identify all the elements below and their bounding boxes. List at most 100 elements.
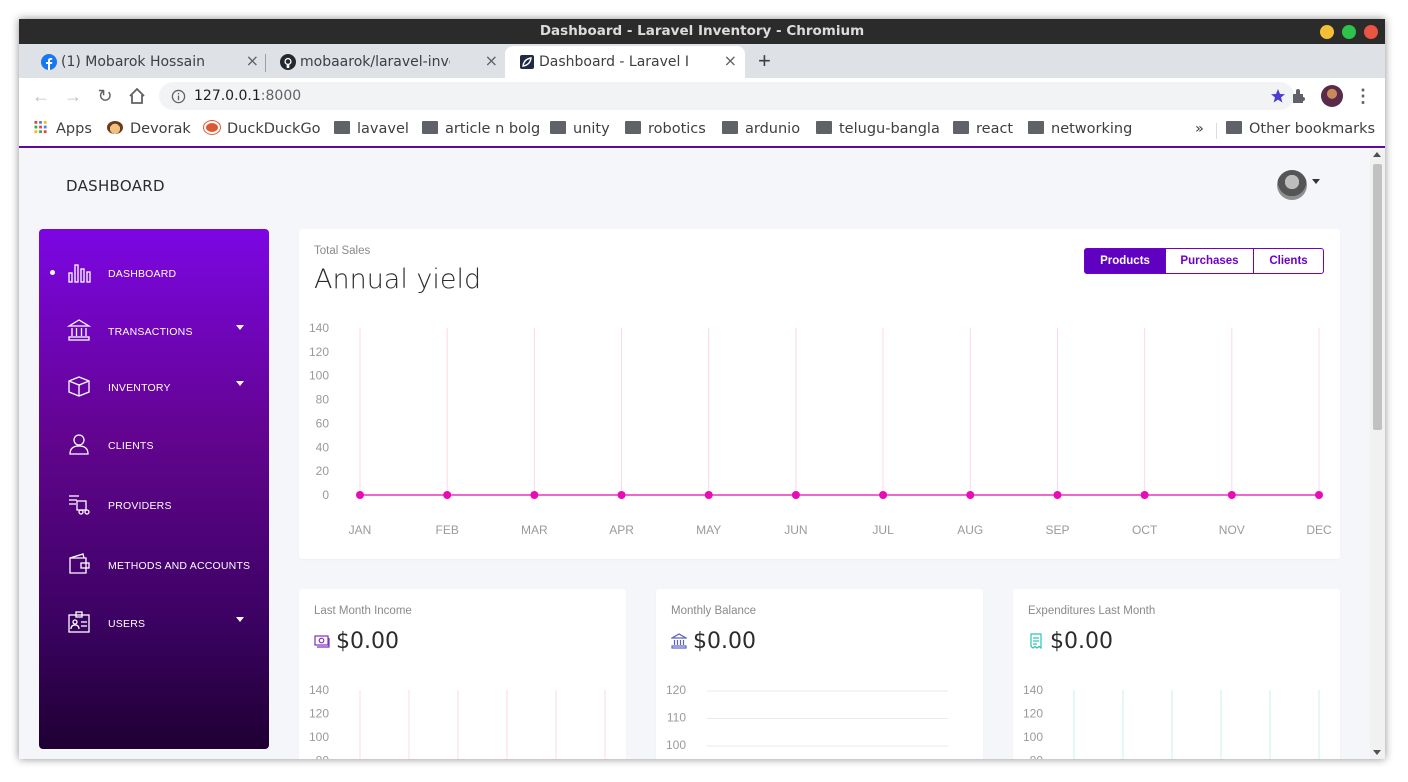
profile-avatar[interactable]	[1321, 85, 1343, 107]
bookmark-duckduckgo[interactable]: DuckDuckGo	[204, 121, 321, 137]
reload-icon[interactable]: ↻	[95, 86, 115, 106]
sidebar-item-transactions[interactable]: TRANSACTIONS	[39, 312, 269, 352]
page-title: DASHBOARD	[66, 177, 165, 195]
sidebar-item-label: PROVIDERS	[108, 500, 172, 512]
close-tab-icon[interactable]: ×	[724, 51, 737, 70]
purchases-button[interactable]: Purchases	[1165, 248, 1254, 274]
data-point	[617, 491, 626, 499]
menu-kebab-icon[interactable]: ⋮	[1353, 86, 1373, 106]
y-tick-label: 80	[316, 393, 330, 407]
info-icon[interactable]	[171, 89, 186, 104]
data-point	[1315, 491, 1323, 499]
bookmark-divider	[1216, 123, 1217, 139]
x-tick-label: APR	[609, 523, 634, 537]
folder-icon	[953, 121, 969, 134]
close-tab-icon[interactable]: ×	[485, 51, 498, 70]
home-icon[interactable]	[127, 86, 147, 106]
y-tick-label: 20	[316, 464, 330, 478]
bookmark-folder-telugu-bangla[interactable]: telugu-bangla	[816, 121, 940, 137]
folder-icon	[722, 121, 738, 134]
sidebar-item-label: TRANSACTIONS	[108, 326, 193, 338]
y-tick-label: 120	[309, 707, 329, 721]
chevron-down-icon	[236, 381, 244, 386]
minimize-button[interactable]	[1320, 25, 1334, 39]
folder-icon	[625, 121, 641, 134]
bookmark-folder-lavavel[interactable]: lavavel	[334, 121, 409, 137]
folder-icon	[1226, 121, 1242, 134]
bookmark-folder-article[interactable]: article n bolg	[422, 121, 540, 137]
sidebar-item-providers[interactable]: PROVIDERS	[39, 486, 269, 526]
folder-icon	[1028, 121, 1044, 134]
data-point	[443, 491, 452, 499]
close-window-button[interactable]	[1364, 25, 1378, 39]
chevron-down-icon[interactable]	[1312, 179, 1320, 184]
bookmark-apps[interactable]: Apps	[33, 121, 92, 137]
x-tick-label: OCT	[1132, 523, 1158, 537]
other-bookmarks[interactable]: Other bookmarks	[1226, 121, 1375, 137]
tab-title: mobaarok/laravel-invento	[300, 54, 450, 70]
products-button[interactable]: Products	[1084, 248, 1166, 274]
tab-dashboard[interactable]: Dashboard - Laravel Inven ×	[505, 46, 745, 78]
devorak-icon	[107, 121, 123, 134]
tab-strip: (1) Mobarok Hossain | Fac × mobaarok/lar…	[19, 44, 1385, 78]
data-point	[966, 491, 975, 499]
bookmark-folder-ardunio[interactable]: ardunio	[722, 121, 800, 137]
bookmark-label: Other bookmarks	[1249, 121, 1376, 137]
bookmark-folder-react[interactable]: react	[953, 121, 1013, 137]
url-host: 127.0.0.1	[194, 88, 261, 104]
bookmark-devorak[interactable]: Devorak	[107, 121, 191, 137]
folder-icon	[334, 121, 350, 134]
tab-title: (1) Mobarok Hossain | Fac	[61, 54, 211, 70]
y-tick-label: 120	[309, 345, 329, 359]
income-chart: 140 120 100 80	[309, 683, 606, 759]
bookmark-label: Apps	[56, 121, 92, 137]
x-tick-label: DEC	[1306, 523, 1332, 537]
bookmark-label: robotics	[648, 121, 706, 137]
bookmarks-overflow-button[interactable]: »	[1195, 121, 1204, 137]
forward-icon[interactable]: →	[63, 86, 83, 106]
clients-button[interactable]: Clients	[1253, 248, 1324, 274]
avatar[interactable]	[1277, 170, 1307, 200]
laravel-leaf-icon	[520, 55, 534, 69]
sidebar: DASHBOARD TRANSACTIONS INVENTORY CLIENTS…	[39, 229, 269, 749]
y-tick-label: 140	[309, 321, 329, 335]
sidebar-item-clients[interactable]: CLIENTS	[39, 426, 269, 466]
expenditures-card: Expenditures Last Month $0.00 140 120 100 8…	[1013, 589, 1340, 759]
data-point	[704, 491, 713, 499]
scrollbar-thumb[interactable]	[1373, 164, 1382, 430]
bookmark-folder-unity[interactable]: unity	[550, 121, 610, 137]
y-tick-label: 60	[316, 416, 330, 430]
x-tick-label: JAN	[349, 523, 372, 537]
scroll-up-arrow[interactable]	[1373, 152, 1381, 157]
sidebar-item-users[interactable]: USERS	[39, 604, 269, 644]
y-tick-label: 110	[667, 711, 686, 725]
address-bar[interactable]: 127.0.0.1:8000	[159, 82, 1294, 110]
bookmark-star-icon[interactable]	[1270, 88, 1286, 104]
y-tick-label: 140	[1023, 683, 1043, 697]
wallet-icon	[69, 553, 90, 574]
data-point	[356, 491, 364, 499]
sidebar-item-methods-and-accounts[interactable]: METHODS AND ACCOUNTS	[39, 546, 269, 586]
bookmark-label: ardunio	[745, 121, 801, 137]
sidebar-item-label: METHODS AND ACCOUNTS	[108, 560, 251, 572]
close-tab-icon[interactable]: ×	[246, 51, 259, 70]
maximize-button[interactable]	[1342, 25, 1356, 39]
sidebar-item-dashboard[interactable]: DASHBOARD	[39, 254, 269, 294]
y-tick-label: 100	[666, 738, 686, 752]
bookmark-folder-robotics[interactable]: robotics	[625, 121, 706, 137]
bookmark-folder-networking[interactable]: networking	[1028, 121, 1132, 137]
extensions-icon[interactable]	[1289, 86, 1309, 106]
id-badge-icon	[68, 611, 90, 633]
scroll-down-arrow[interactable]	[1373, 750, 1381, 755]
page-scrollbar[interactable]	[1370, 150, 1385, 759]
sidebar-item-label: DASHBOARD	[108, 268, 177, 280]
tab-facebook[interactable]: (1) Mobarok Hossain | Fac ×	[27, 46, 267, 78]
tab-github[interactable]: mobaarok/laravel-invento ×	[266, 46, 506, 78]
back-icon[interactable]: ←	[31, 86, 51, 106]
sidebar-item-inventory[interactable]: INVENTORY	[39, 368, 269, 408]
y-tick-label: 80	[1030, 754, 1044, 760]
card-title: Annual yield	[314, 264, 482, 295]
x-tick-label: FEB	[436, 523, 459, 537]
folder-icon	[422, 121, 438, 134]
new-tab-button[interactable]: +	[758, 48, 771, 74]
